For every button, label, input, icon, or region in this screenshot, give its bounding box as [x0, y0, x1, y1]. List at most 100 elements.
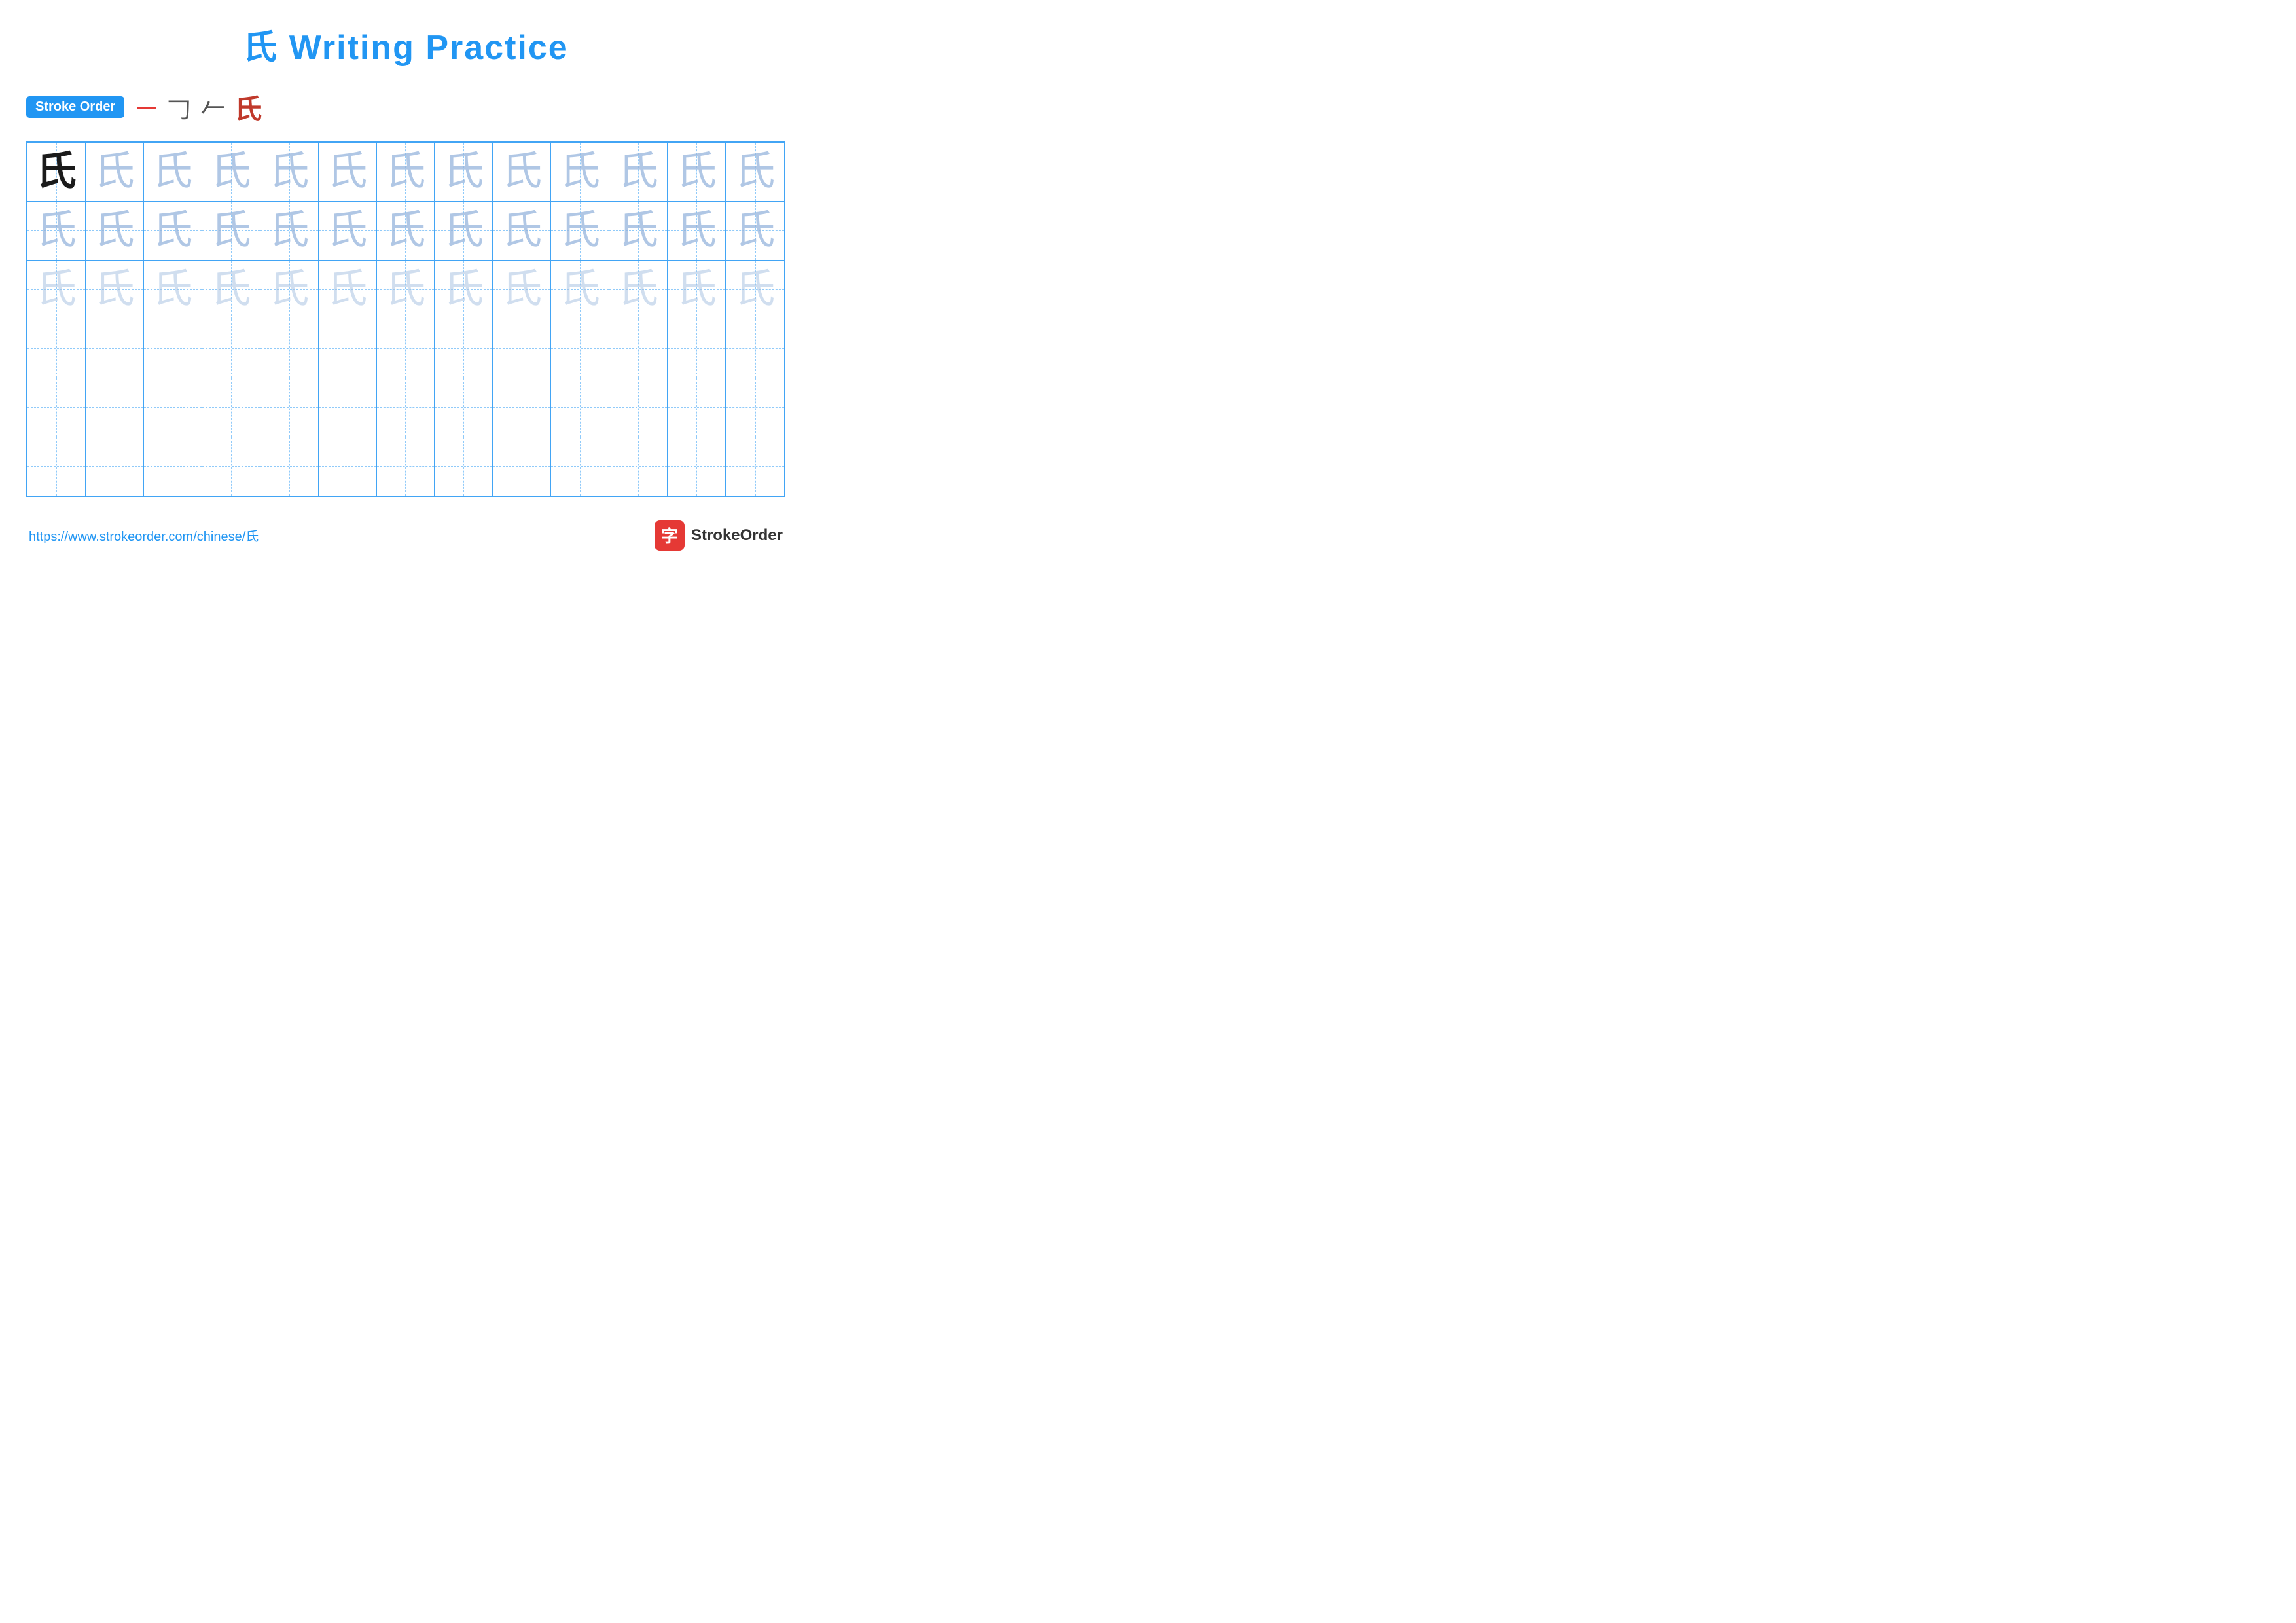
grid-row-6[interactable]	[27, 437, 784, 496]
grid-cell-r6-c2[interactable]	[86, 437, 144, 496]
char-r3-c1: 氏	[36, 269, 77, 310]
grid-cell-r6-c4[interactable]	[202, 437, 260, 496]
char-r2-c2: 氏	[94, 210, 135, 251]
grid-cell-r4-c12[interactable]	[668, 319, 726, 378]
grid-cell-r6-c5[interactable]	[260, 437, 319, 496]
char-r1-c5: 氏	[269, 151, 310, 192]
grid-cell-r1-c4: 氏	[202, 143, 260, 201]
char-r1-c11: 氏	[618, 151, 658, 192]
char-r3-c12: 氏	[676, 269, 717, 310]
char-r2-c7: 氏	[385, 210, 425, 251]
grid-cell-r1-c5: 氏	[260, 143, 319, 201]
grid-cell-r1-c3: 氏	[144, 143, 202, 201]
char-r3-c4: 氏	[211, 269, 251, 310]
grid-cell-r5-c11[interactable]	[609, 378, 668, 437]
grid-cell-r6-c6[interactable]	[319, 437, 377, 496]
footer-logo: 字 StrokeOrder	[655, 520, 783, 551]
char-r1-c12: 氏	[676, 151, 717, 192]
char-r3-c3: 氏	[152, 269, 193, 310]
grid-cell-r6-c11[interactable]	[609, 437, 668, 496]
grid-cell-r4-c13[interactable]	[726, 319, 784, 378]
grid-cell-r4-c11[interactable]	[609, 319, 668, 378]
grid-row-4[interactable]	[27, 319, 784, 378]
grid-cell-r1-c1: 氏	[27, 143, 86, 201]
grid-cell-r4-c4[interactable]	[202, 319, 260, 378]
grid-cell-r2-c3: 氏	[144, 202, 202, 260]
char-r2-c9: 氏	[501, 210, 542, 251]
grid-cell-r5-c4[interactable]	[202, 378, 260, 437]
grid-cell-r3-c12: 氏	[668, 261, 726, 319]
grid-cell-r4-c5[interactable]	[260, 319, 319, 378]
char-r3-c8: 氏	[443, 269, 484, 310]
grid-cell-r5-c7[interactable]	[377, 378, 435, 437]
char-r3-c9: 氏	[501, 269, 542, 310]
grid-cell-r6-c12[interactable]	[668, 437, 726, 496]
grid-cell-r5-c8[interactable]	[435, 378, 493, 437]
grid-cell-r6-c3[interactable]	[144, 437, 202, 496]
grid-row-1: 氏 氏 氏 氏 氏 氏 氏 氏 氏 氏 氏 氏 氏	[27, 143, 784, 202]
grid-cell-r5-c3[interactable]	[144, 378, 202, 437]
grid-cell-r4-c8[interactable]	[435, 319, 493, 378]
grid-cell-r3-c6: 氏	[319, 261, 377, 319]
grid-cell-r5-c5[interactable]	[260, 378, 319, 437]
grid-cell-r6-c7[interactable]	[377, 437, 435, 496]
grid-cell-r6-c13[interactable]	[726, 437, 784, 496]
stroke-order-badge: Stroke Order	[26, 96, 124, 118]
char-r2-c12: 氏	[676, 210, 717, 251]
stroke-2: 𠃌	[166, 89, 191, 125]
grid-cell-r1-c10: 氏	[551, 143, 609, 201]
char-r1-c3: 氏	[152, 151, 193, 192]
grid-cell-r3-c10: 氏	[551, 261, 609, 319]
grid-cell-r1-c2: 氏	[86, 143, 144, 201]
grid-cell-r4-c9[interactable]	[493, 319, 551, 378]
grid-row-5[interactable]	[27, 378, 784, 437]
char-r1-c8: 氏	[443, 151, 484, 192]
grid-row-3: 氏 氏 氏 氏 氏 氏 氏 氏 氏 氏 氏 氏 氏	[27, 261, 784, 319]
grid-cell-r4-c7[interactable]	[377, 319, 435, 378]
char-r1-c2: 氏	[94, 151, 135, 192]
grid-cell-r4-c10[interactable]	[551, 319, 609, 378]
grid-cell-r3-c7: 氏	[377, 261, 435, 319]
logo-icon: 字	[655, 520, 685, 551]
grid-cell-r5-c10[interactable]	[551, 378, 609, 437]
grid-cell-r3-c5: 氏	[260, 261, 319, 319]
stroke-order-section: Stroke Order 一 𠃌 𠂉 氏	[26, 87, 785, 127]
grid-cell-r3-c13: 氏	[726, 261, 784, 319]
grid-cell-r4-c3[interactable]	[144, 319, 202, 378]
grid-cell-r3-c2: 氏	[86, 261, 144, 319]
grid-cell-r1-c8: 氏	[435, 143, 493, 201]
grid-cell-r1-c6: 氏	[319, 143, 377, 201]
stroke-4: 氏	[234, 87, 262, 127]
grid-cell-r6-c1[interactable]	[27, 437, 86, 496]
grid-cell-r5-c1[interactable]	[27, 378, 86, 437]
grid-cell-r4-c1[interactable]	[27, 319, 86, 378]
grid-row-2: 氏 氏 氏 氏 氏 氏 氏 氏 氏 氏 氏 氏 氏	[27, 202, 784, 261]
char-r3-c13: 氏	[735, 269, 776, 310]
grid-cell-r5-c2[interactable]	[86, 378, 144, 437]
grid-cell-r5-c13[interactable]	[726, 378, 784, 437]
grid-cell-r5-c12[interactable]	[668, 378, 726, 437]
stroke-3: 𠂉	[200, 89, 225, 125]
grid-cell-r6-c9[interactable]	[493, 437, 551, 496]
grid-cell-r3-c9: 氏	[493, 261, 551, 319]
grid-cell-r2-c7: 氏	[377, 202, 435, 260]
grid-cell-r2-c5: 氏	[260, 202, 319, 260]
char-r3-c11: 氏	[618, 269, 658, 310]
grid-cell-r4-c6[interactable]	[319, 319, 377, 378]
char-r2-c8: 氏	[443, 210, 484, 251]
grid-cell-r3-c4: 氏	[202, 261, 260, 319]
grid-cell-r6-c8[interactable]	[435, 437, 493, 496]
grid-cell-r1-c7: 氏	[377, 143, 435, 201]
char-r2-c6: 氏	[327, 210, 368, 251]
grid-cell-r2-c10: 氏	[551, 202, 609, 260]
footer-url[interactable]: https://www.strokeorder.com/chinese/氏	[29, 526, 259, 545]
grid-cell-r1-c11: 氏	[609, 143, 668, 201]
grid-cell-r5-c9[interactable]	[493, 378, 551, 437]
grid-cell-r5-c6[interactable]	[319, 378, 377, 437]
grid-cell-r1-c13: 氏	[726, 143, 784, 201]
grid-cell-r4-c2[interactable]	[86, 319, 144, 378]
char-r3-c10: 氏	[560, 269, 600, 310]
grid-cell-r6-c10[interactable]	[551, 437, 609, 496]
char-r2-c5: 氏	[269, 210, 310, 251]
grid-cell-r2-c8: 氏	[435, 202, 493, 260]
